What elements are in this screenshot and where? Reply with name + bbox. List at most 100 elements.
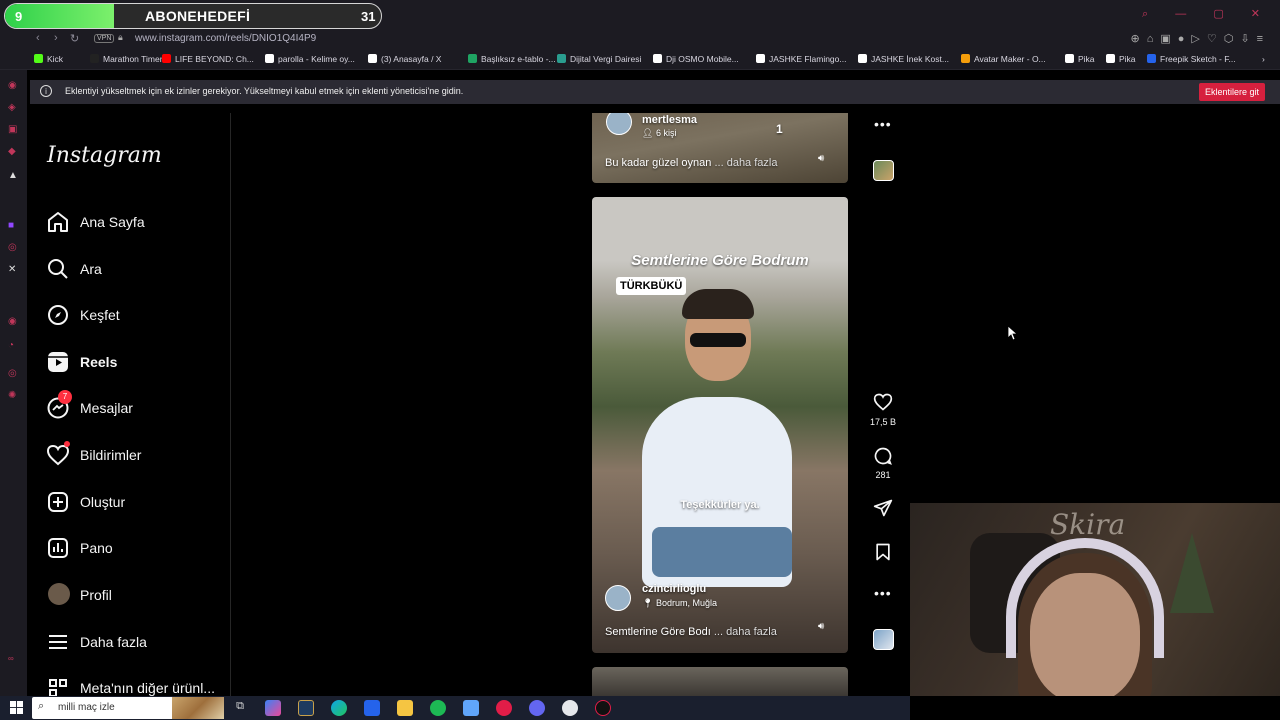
app-icon[interactable]: [562, 700, 578, 716]
nav-label: Meta'nın diğer ürünl...: [80, 680, 215, 696]
save-icon[interactable]: [872, 542, 894, 562]
bookmark-label: Freepik Sketch - F...: [1160, 54, 1236, 64]
avatar[interactable]: [605, 585, 631, 611]
avatar: [48, 583, 70, 605]
discord-icon[interactable]: [529, 700, 545, 716]
volume-icon[interactable]: 🔊︎: [818, 621, 824, 632]
reel-username[interactable]: mertlesma: [642, 114, 697, 126]
bookmark-item[interactable]: Freepik Sketch - F...: [1147, 54, 1236, 64]
sidebar-app-icon[interactable]: ◉: [8, 316, 17, 327]
store-icon[interactable]: [364, 700, 380, 716]
nav-item-home[interactable]: Ana Sayfa: [46, 210, 226, 240]
comment-icon[interactable]: [872, 446, 894, 466]
avatar[interactable]: [606, 113, 632, 135]
windows-start-icon[interactable]: [10, 701, 23, 714]
lock-icon[interactable]: 🔒︎: [118, 32, 123, 43]
forward-icon[interactable]: ›: [54, 32, 58, 44]
like-icon[interactable]: [872, 392, 894, 412]
audio-thumbnail[interactable]: [873, 160, 894, 181]
task-view-icon[interactable]: ⧉: [232, 700, 248, 716]
sidebar-app-icon[interactable]: ▲: [8, 170, 18, 181]
folder-icon[interactable]: [397, 700, 413, 716]
bookmark-item[interactable]: Başlıksız e-tablo -...: [468, 54, 556, 64]
sidebar-app-icon[interactable]: ◔: [8, 340, 14, 351]
christmas-tree: [1170, 533, 1214, 613]
comment-count: 281: [875, 470, 891, 480]
app-icon[interactable]: [463, 700, 479, 716]
taskbar-search[interactable]: ⌕ milli maç izle: [32, 697, 224, 719]
reel-username[interactable]: czincirlioglu: [642, 583, 706, 595]
nav-label: Reels: [80, 354, 118, 370]
bookmark-item[interactable]: Dijital Vergi Dairesi: [557, 54, 641, 64]
url-field[interactable]: www.instagram.com/reels/DNIO1Q4I4P9: [135, 33, 316, 44]
audio-thumbnail[interactable]: [873, 629, 894, 650]
share-icon[interactable]: [872, 498, 894, 518]
back-icon[interactable]: ‹: [36, 32, 40, 44]
reel-previous[interactable]: mertlesma 👤︎ 6 kişi 1 Bu kadar güzel oyn…: [592, 113, 848, 183]
bookmark-item[interactable]: Kick: [34, 54, 63, 64]
reel-current[interactable]: Semtlerine Göre Bodrum TÜRKBÜKÜ Teşekkür…: [592, 197, 848, 653]
bookmark-item[interactable]: LIFE BEYOND: Ch...: [162, 54, 254, 64]
window-controls[interactable]: ⌕ — ▢ ✕: [1142, 7, 1272, 21]
sidebar-app-icon[interactable]: ◎: [8, 368, 17, 379]
nav-item-notifications[interactable]: Bildirimler: [46, 441, 226, 473]
instagram-icon[interactable]: ◎: [8, 242, 17, 253]
twitch-icon[interactable]: ■: [8, 220, 14, 231]
browser-sidebar: ◉ ◈ ▣ ◆ ▲ ■ ◎ ✕ ◉ ◔ ◎ ✺ ∞: [0, 70, 27, 696]
nav-item-explore[interactable]: Keşfet: [46, 303, 226, 333]
reel-people-count: 6 kişi: [655, 128, 677, 138]
info-icon: i: [40, 85, 52, 97]
x-icon[interactable]: ✕: [8, 264, 16, 275]
nav-item-profile[interactable]: Profil: [46, 583, 226, 613]
obs-icon[interactable]: [595, 700, 611, 716]
sidebar-app-icon[interactable]: ◆: [8, 146, 16, 157]
bookmark-item[interactable]: (3) Anasayfa / X: [368, 54, 441, 64]
sidebar-app-icon[interactable]: ∞: [8, 654, 14, 663]
edge-icon[interactable]: [331, 700, 347, 716]
volume-icon[interactable]: 🔊︎: [818, 153, 824, 164]
reel-subtitle: Teşekkürler ya.: [680, 499, 760, 511]
vpn-badge[interactable]: VPN: [94, 34, 115, 43]
nav-item-search[interactable]: Ara: [46, 257, 226, 287]
bookmark-item[interactable]: Avatar Maker - O...: [961, 54, 1046, 64]
more-options-icon[interactable]: •••: [874, 116, 892, 132]
sidebar-app-icon[interactable]: ◉: [8, 80, 17, 91]
bookmarks-overflow-icon[interactable]: ›: [1262, 54, 1265, 64]
reel-people-tag[interactable]: 👤︎ 6 kişi: [642, 128, 676, 139]
bookmark-item[interactable]: Pika: [1106, 54, 1136, 64]
reel-video-subject: [682, 289, 754, 319]
reload-icon[interactable]: ↻: [70, 32, 79, 45]
opera-gx-icon[interactable]: [496, 700, 512, 716]
league-icon[interactable]: [298, 700, 314, 716]
reel-location[interactable]: 📍︎ Bodrum, Muğla: [642, 598, 717, 609]
nav-item-create[interactable]: Oluştur: [46, 490, 226, 520]
sidebar-app-icon[interactable]: ▣: [8, 124, 17, 135]
subscriber-goal-overlay: 9 ABONEHEDEFİ 31: [4, 3, 382, 29]
bookmark-label: Pika: [1078, 54, 1095, 64]
bookmark-item[interactable]: Pika: [1065, 54, 1095, 64]
spotify-icon[interactable]: [430, 700, 446, 716]
sidebar-app-icon[interactable]: ◈: [8, 102, 16, 113]
address-bar-row: ‹ › ↻ VPN 🔒︎ www.instagram.com/reels/DNI…: [0, 30, 1280, 50]
bookmark-item[interactable]: JASHKE İnek Kost...: [858, 54, 949, 64]
nav-item-more[interactable]: Daha fazla: [46, 630, 226, 660]
nav-item-messages[interactable]: 7 Mesajlar: [46, 390, 226, 426]
nav-item-dashboard[interactable]: Pano: [46, 536, 226, 566]
instagram-logo[interactable]: Instagram: [47, 143, 162, 168]
nav-item-reels[interactable]: Reels: [46, 350, 226, 380]
toolbar-icons[interactable]: ⊕⌂▣●▷♡⬡⇩≡: [1131, 32, 1270, 45]
go-to-extensions-button[interactable]: Eklentilere git: [1198, 83, 1265, 101]
reel-next[interactable]: [592, 667, 848, 697]
bookmark-item[interactable]: Dji OSMO Mobile...: [653, 54, 739, 64]
caption-more-link[interactable]: ... daha fazla: [714, 626, 777, 638]
settings-icon[interactable]: ✺: [8, 390, 16, 401]
copilot-icon[interactable]: [265, 700, 281, 716]
caption-more-link[interactable]: ... daha fazla: [714, 157, 777, 169]
extension-info-bar: i Eklentiyi yükseltmek için ek izinler g…: [30, 80, 1280, 104]
more-options-icon[interactable]: •••: [874, 585, 892, 601]
bookmark-label: Dijital Vergi Dairesi: [570, 54, 642, 64]
bookmark-item[interactable]: parolla - Kelime oy...: [265, 54, 355, 64]
bookmark-favicon-icon: [1106, 54, 1115, 63]
bookmark-item[interactable]: Marathon Timer: [90, 54, 163, 64]
bookmark-item[interactable]: JASHKE Flamingo...: [756, 54, 846, 64]
